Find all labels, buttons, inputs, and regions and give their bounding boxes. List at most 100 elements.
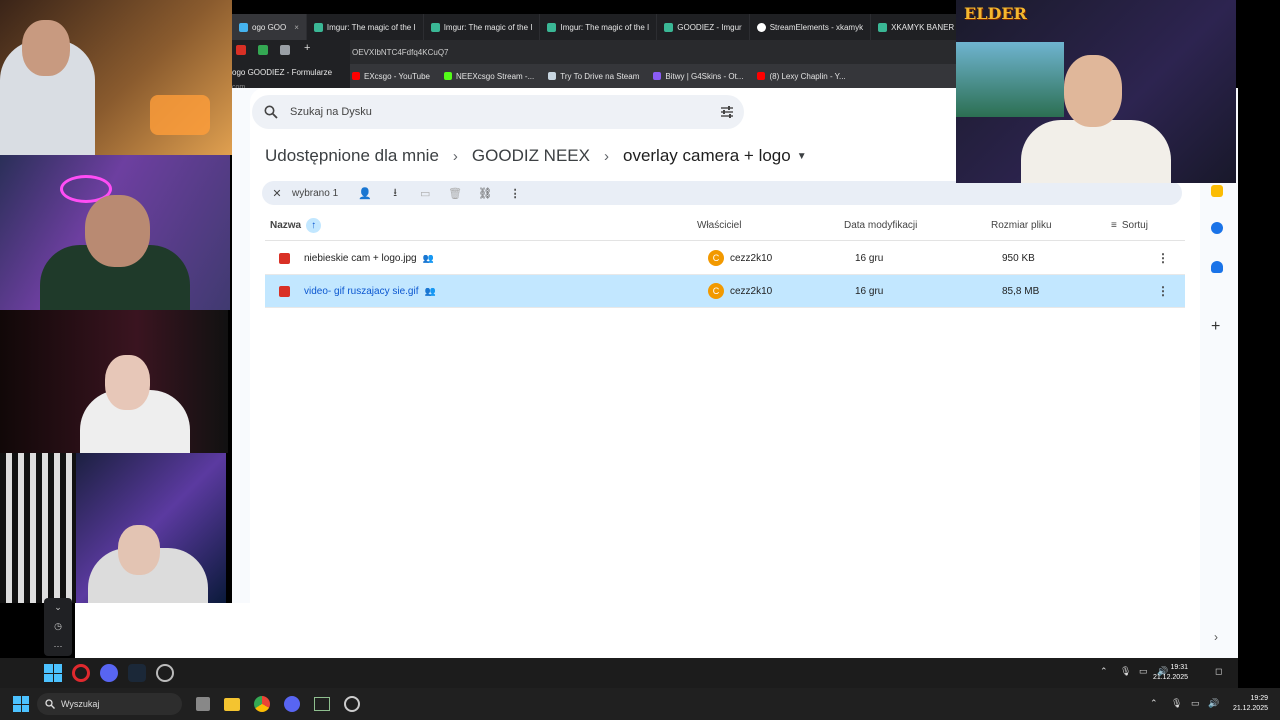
breadcrumb-current-folder[interactable]: overlay camera + logo (623, 146, 791, 166)
discord-icon[interactable] (284, 696, 300, 712)
tab-title: Imgur: The magic of the I (443, 22, 533, 32)
new-tab-icon[interactable]: + (304, 42, 310, 54)
tab-title: GOODIEZ - Imgur (677, 22, 742, 32)
column-name[interactable]: Nazwa ↑ (265, 218, 697, 233)
bookmark-label: Try To Drive na Steam (560, 71, 640, 81)
clear-selection-icon[interactable]: ✕ (262, 187, 292, 200)
share-icon[interactable]: 👤 (350, 187, 380, 200)
bookmark-item[interactable]: (8) Lexy Chaplin - Y... (757, 72, 846, 81)
chevron-down-icon[interactable]: ⌄ (54, 602, 62, 613)
browser-tab[interactable]: XKAMYK BANER I LOGO (871, 14, 956, 40)
file-owner: cezz2k10 (730, 285, 773, 297)
obs-icon[interactable] (344, 696, 360, 712)
selection-count: wybrano 1 (292, 187, 339, 199)
search-options-icon[interactable] (720, 105, 734, 119)
browser-tab[interactable]: GOODIEZ - Imgur (657, 14, 750, 40)
browser-tab[interactable]: Imgur: The magic of the I (307, 14, 424, 40)
tool-icon[interactable] (280, 45, 290, 55)
sort-icon: ≡ (1111, 220, 1117, 231)
tray-chevron-icon[interactable]: ⌃ (1150, 698, 1158, 709)
download-icon[interactable]: ⭳ (380, 184, 410, 203)
file-name[interactable]: niebieskie cam + logo.jpg (304, 253, 417, 264)
volume-icon[interactable]: 🔊 (1208, 698, 1219, 709)
bookmark-favicon-icon (548, 72, 557, 80)
bookmark-favicon-icon (443, 72, 452, 80)
tray-chevron-icon[interactable]: ⌃ (1100, 666, 1108, 677)
bookmark-item[interactable]: Bitwy | G4Skins - Ot... (653, 72, 743, 81)
contacts-icon[interactable] (1211, 261, 1223, 273)
bookmark-favicon-icon (352, 72, 360, 80)
popup-label[interactable]: ogo GOODIEZ - Formularze (232, 68, 332, 77)
close-tab-icon[interactable]: × (294, 23, 299, 32)
more-options-icon[interactable]: ⋮ (1157, 284, 1169, 298)
imgur-icon (313, 22, 323, 32)
expand-panel-icon[interactable]: › (1214, 630, 1218, 644)
column-size[interactable]: Rozmiar pliku (991, 220, 1111, 231)
browser-tab-strip: ogo GOO × Imgur: The magic of the I Imgur: … (232, 14, 956, 40)
sort-button[interactable]: ≡ Sortuj (1111, 220, 1148, 231)
add-addon-icon[interactable]: + (1211, 318, 1220, 336)
obs-icon[interactable] (156, 664, 174, 682)
forms-icon[interactable] (236, 45, 246, 55)
folder-dropdown-icon[interactable]: ▼ (797, 151, 807, 162)
webcam-top-left (0, 0, 232, 155)
more-options-icon[interactable]: ⋮ (1157, 251, 1169, 265)
browser-tab[interactable]: StreamElements - xkamyk (750, 14, 872, 40)
column-modified[interactable]: Data modyfikacji (844, 220, 991, 231)
more-icon[interactable]: ⋯ (54, 641, 63, 652)
tasks-icon[interactable] (1211, 222, 1223, 234)
bookmark-item[interactable]: EXcsgo - YouTube (352, 72, 430, 81)
tab-title: StreamElements - xkamyk (769, 22, 864, 32)
windows-start-icon[interactable] (44, 664, 62, 682)
browser-tab[interactable]: Imgur: The magic of the I (424, 14, 541, 40)
network-icon[interactable]: ▭ (1191, 698, 1200, 709)
taskbar-search[interactable]: Wyszukaj (37, 693, 182, 715)
breadcrumb-separator-icon: › (452, 147, 458, 165)
discord-icon[interactable] (100, 664, 118, 682)
chrome-icon[interactable] (254, 696, 270, 712)
app-icon[interactable] (258, 45, 268, 55)
file-row[interactable]: video- gif ruszajacy sie.gif 👥 Ccezz2k10 16… (265, 275, 1185, 308)
file-size: 85,8 MB (1002, 285, 1040, 297)
history-icon[interactable]: ◷ (54, 621, 62, 632)
file-explorer-icon[interactable] (224, 697, 240, 711)
microphone-icon[interactable]: 🎙 (1171, 698, 1182, 709)
bookmark-item[interactable]: NEEXcsgo Stream -... (443, 72, 534, 81)
column-owner[interactable]: Właściciel (697, 220, 844, 231)
notifications-icon[interactable]: ◻ (1215, 666, 1222, 677)
elder-logo: ELDER (964, 4, 1027, 23)
file-modified: 16 gru (855, 285, 884, 297)
side-panel-rail: + › (1200, 182, 1236, 658)
sort-ascending-icon[interactable]: ↑ (306, 218, 322, 233)
image-file-icon (279, 252, 290, 264)
keep-icon[interactable] (1211, 185, 1223, 197)
task-view-icon[interactable] (196, 697, 210, 711)
breadcrumb-goodiz-neex[interactable]: GOODIZ NEEX (472, 146, 590, 166)
browser-tab[interactable]: ogo GOO × (232, 14, 307, 40)
move-icon[interactable]: ▭ (410, 187, 440, 200)
taskbar: Wyszukaj ⌃ 🎙 ▭ 🔊 19:29 21.12.2025 (0, 688, 1280, 720)
breadcrumb-separator-icon: › (603, 147, 609, 165)
tab-title: Imgur: The magic of the I (560, 22, 650, 32)
taskbar-clock[interactable]: 19:29 21.12.2025 (1233, 694, 1268, 714)
drive-search-bar[interactable]: Szukaj na Dysku (252, 95, 744, 129)
breadcrumb-shared-with-me[interactable]: Udostępnione dla mnie (265, 146, 439, 166)
link-icon[interactable]: ⛓ (470, 187, 500, 200)
network-icon[interactable]: ▭ (1139, 666, 1148, 677)
xbox-icon[interactable] (314, 697, 330, 711)
opera-icon[interactable] (72, 664, 90, 682)
steam-icon[interactable] (128, 664, 146, 682)
imgur-icon (547, 22, 557, 32)
file-name[interactable]: video- gif ruszajacy sie.gif (304, 286, 419, 297)
inner-clock[interactable]: 19:31 21.12.2025 (1153, 663, 1188, 683)
browser-tab[interactable]: Imgur: The magic of the I (540, 14, 658, 40)
windows-start-icon[interactable] (13, 696, 29, 712)
file-row[interactable]: niebieskie cam + logo.jpg 👥 Ccezz2k10 16 gr… (265, 242, 1185, 275)
owner-avatar: C (708, 250, 724, 266)
bookmark-item[interactable]: Try To Drive na Steam (548, 72, 639, 81)
trash-icon[interactable]: 🗑 (440, 187, 470, 200)
search-input[interactable]: Szukaj na Dysku (290, 106, 372, 118)
microphone-icon[interactable]: 🎙 (1120, 666, 1131, 677)
search-icon (45, 699, 55, 709)
more-actions-icon[interactable]: ⋮ (500, 187, 530, 200)
